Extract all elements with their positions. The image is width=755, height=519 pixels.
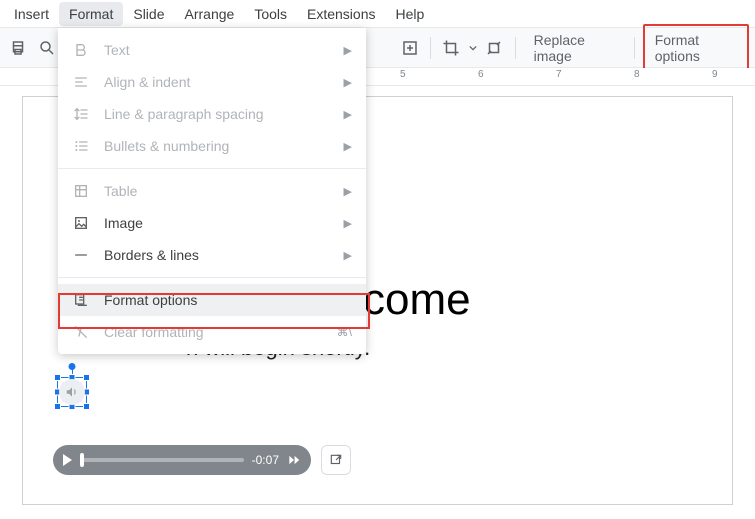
line-spacing-icon xyxy=(72,105,90,123)
toolbar-separator xyxy=(515,37,516,59)
menu-item-label: Align & indent xyxy=(104,74,330,90)
menu-item-borders-lines[interactable]: Borders & lines ▶ xyxy=(58,239,366,271)
add-box-icon[interactable] xyxy=(397,34,422,62)
toolbar-separator xyxy=(430,37,431,59)
menu-item-line-paragraph-spacing: Line & paragraph spacing ▶ xyxy=(58,98,366,130)
menu-item-shortcut: ⌘\ xyxy=(337,325,352,339)
menu-item-format-options[interactable]: Format options xyxy=(58,284,366,316)
speaker-icon xyxy=(59,379,85,405)
menu-item-label: Line & paragraph spacing xyxy=(104,106,330,122)
audio-progress-thumb[interactable] xyxy=(80,453,84,467)
replace-image-button[interactable]: Replace image xyxy=(524,26,626,70)
menu-item-image[interactable]: Image ▶ xyxy=(58,207,366,239)
zoom-icon[interactable] xyxy=(35,34,60,62)
menubar: Insert Format Slide Arrange Tools Extens… xyxy=(0,0,755,28)
format-options-icon xyxy=(72,291,90,309)
ruler-tick: 7 xyxy=(556,69,562,80)
ruler-tick: 9 xyxy=(712,69,718,80)
resize-handle-sw[interactable] xyxy=(54,403,61,410)
submenu-arrow-icon: ▶ xyxy=(344,108,352,121)
menu-item-label: Table xyxy=(104,183,330,199)
borders-icon xyxy=(72,246,90,264)
menu-item-label: Borders & lines xyxy=(104,247,330,263)
menu-item-label: Image xyxy=(104,215,330,231)
resize-handle-nw[interactable] xyxy=(54,374,61,381)
menu-item-clear-formatting: Clear formatting ⌘\ xyxy=(58,316,366,348)
ruler-tick: 6 xyxy=(478,69,484,80)
ruler-tick: 8 xyxy=(634,69,640,80)
bold-icon xyxy=(72,41,90,59)
table-icon xyxy=(72,182,90,200)
submenu-arrow-icon: ▶ xyxy=(344,44,352,57)
audio-player[interactable]: -0:07 xyxy=(53,445,311,475)
clear-format-icon xyxy=(72,323,90,341)
menu-item-text: Text ▶ xyxy=(58,34,366,66)
bullets-icon xyxy=(72,137,90,155)
skip-forward-icon[interactable] xyxy=(287,453,301,467)
submenu-arrow-icon: ▶ xyxy=(344,249,352,262)
popout-button[interactable] xyxy=(321,445,351,475)
menu-separator xyxy=(58,168,366,169)
resize-handle-se[interactable] xyxy=(83,403,90,410)
audio-object[interactable] xyxy=(57,377,87,407)
crop-icon[interactable] xyxy=(439,34,464,62)
image-icon xyxy=(72,214,90,232)
menu-item-align-indent: Align & indent ▶ xyxy=(58,66,366,98)
audio-progress[interactable] xyxy=(80,458,244,462)
menu-item-label: Text xyxy=(104,42,330,58)
toolbar-separator xyxy=(634,37,635,59)
menu-slide[interactable]: Slide xyxy=(123,2,174,26)
format-dropdown: Text▶Align & indent▶Line & paragraph spa… xyxy=(58,28,366,354)
menu-tools[interactable]: Tools xyxy=(244,2,297,26)
menu-format[interactable]: Format xyxy=(59,2,123,26)
slide-title-text: come xyxy=(363,275,471,325)
play-icon[interactable] xyxy=(63,454,72,466)
reset-image-icon[interactable] xyxy=(482,34,507,62)
submenu-arrow-icon: ▶ xyxy=(344,217,352,230)
menu-item-table: Table ▶ xyxy=(58,175,366,207)
crop-dropdown-icon[interactable] xyxy=(468,34,479,62)
menu-separator xyxy=(58,277,366,278)
align-icon xyxy=(72,73,90,91)
resize-handle-ne[interactable] xyxy=(83,374,90,381)
menu-item-label: Clear formatting xyxy=(104,324,323,340)
audio-time: -0:07 xyxy=(252,453,279,467)
submenu-arrow-icon: ▶ xyxy=(344,185,352,198)
submenu-arrow-icon: ▶ xyxy=(344,140,352,153)
format-options-button[interactable]: Format options xyxy=(643,24,749,72)
ruler-tick: 5 xyxy=(400,69,406,80)
menu-help[interactable]: Help xyxy=(385,2,434,26)
menu-item-label: Bullets & numbering xyxy=(104,138,330,154)
menu-item-bullets-numbering: Bullets & numbering ▶ xyxy=(58,130,366,162)
menu-item-label: Format options xyxy=(104,292,352,308)
menu-insert[interactable]: Insert xyxy=(4,2,59,26)
menu-arrange[interactable]: Arrange xyxy=(175,2,245,26)
print-icon[interactable] xyxy=(6,34,31,62)
submenu-arrow-icon: ▶ xyxy=(344,76,352,89)
menu-extensions[interactable]: Extensions xyxy=(297,2,385,26)
